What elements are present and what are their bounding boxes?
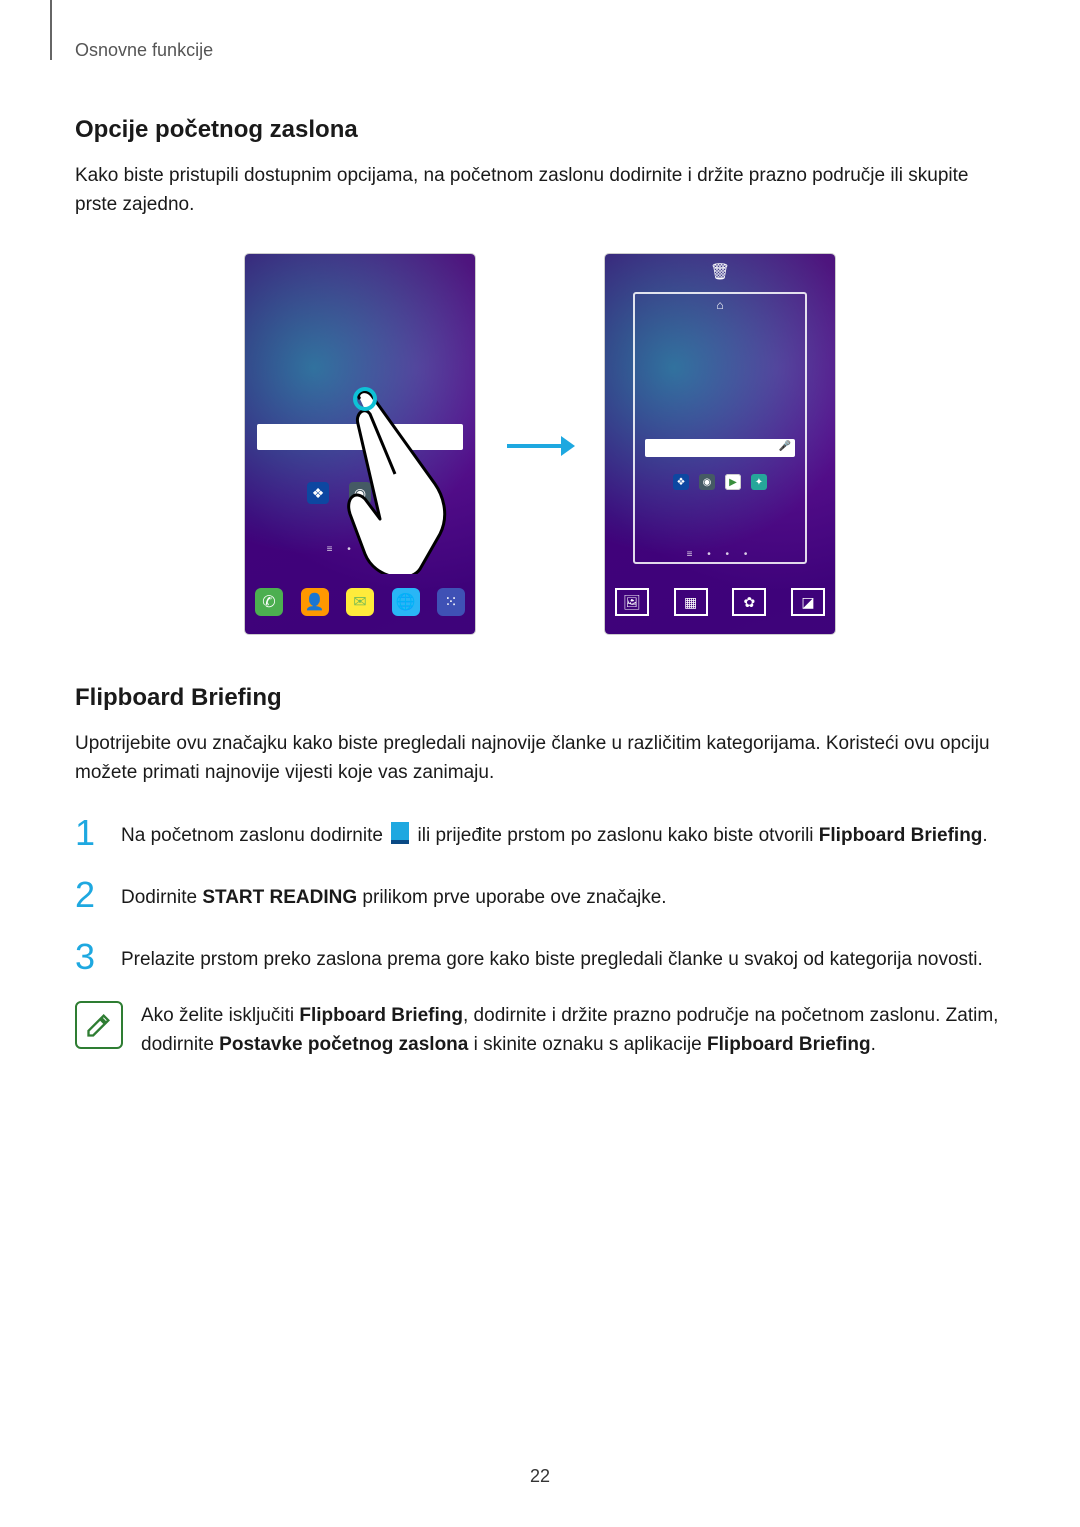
note-text: i skinite oznaku s aplikacije bbox=[468, 1034, 707, 1055]
mini-mid-icons: ❖ ◉ ▶ ✦ bbox=[605, 474, 835, 490]
note-bold: Flipboard Briefing bbox=[707, 1034, 871, 1055]
messages-icon: ✉ bbox=[346, 588, 374, 616]
step-3: 3 Prelazite prstom preko zaslona prema g… bbox=[75, 939, 1005, 975]
wallpaper-icon: 🖼 bbox=[615, 588, 649, 616]
step-body: Prelazite prstom preko zaslona prema gor… bbox=[121, 939, 1005, 974]
arrow-right-icon bbox=[505, 419, 575, 469]
camera-icon: ◉ bbox=[699, 474, 715, 490]
step-text: Dodirnite bbox=[121, 887, 202, 908]
section-heading-home-options: Opcije početnog zaslona bbox=[75, 116, 1005, 144]
step-text: prilikom prve uporabe ove značajke. bbox=[357, 887, 666, 908]
contacts-icon: 👤 bbox=[301, 588, 329, 616]
mic-icon: 🎤 bbox=[779, 441, 791, 452]
step-text: ili prijeđite prstom po zaslonu kako bis… bbox=[418, 825, 819, 846]
apps-icon: ⁙ bbox=[437, 588, 465, 616]
step-bold: START READING bbox=[202, 887, 357, 908]
home-page-outline bbox=[633, 292, 807, 564]
settings-icon: ✿ bbox=[732, 588, 766, 616]
step-body: Na početnom zaslonu dodirnite ili prijeđ… bbox=[121, 815, 1005, 850]
document-page: Osnovne funkcije Opcije početnog zaslona… bbox=[0, 0, 1080, 1527]
step-text: Na početnom zaslonu dodirnite bbox=[121, 825, 388, 846]
section-intro: Upotrijebite ovu značajku kako biste pre… bbox=[75, 730, 1005, 787]
note-block: Ako želite isključiti Flipboard Briefing… bbox=[75, 1001, 1005, 1060]
home-dock-icons: ✆ 👤 ✉ 🌐 ⁙ bbox=[255, 588, 465, 616]
phone-icon: ✆ bbox=[255, 588, 283, 616]
edit-mode-bottom-icons: 🖼 ▦ ✿ ◪ bbox=[615, 588, 825, 616]
dropbox-icon: ❖ bbox=[673, 474, 689, 490]
home-outline-icon: ⌂ bbox=[605, 298, 835, 312]
step-number: 1 bbox=[75, 815, 103, 851]
note-text: . bbox=[871, 1034, 876, 1055]
widgets-icon: ▦ bbox=[674, 588, 708, 616]
dropbox-icon: ❖ bbox=[307, 482, 329, 504]
app-icon: ✦ bbox=[751, 474, 767, 490]
steps-list: 1 Na početnom zaslonu dodirnite ili prij… bbox=[75, 815, 1005, 975]
section-paragraph: Kako biste pristupili dostupnim opcijama… bbox=[75, 162, 1005, 219]
section-heading-flipboard: Flipboard Briefing bbox=[75, 684, 1005, 712]
figure-phone-with-finger: ❖ ◉ ▶ ≡ • • • ✆ 👤 ✉ 🌐 ⁙ bbox=[245, 254, 475, 634]
step-body: Dodirnite START READING prilikom prve up… bbox=[121, 877, 1005, 912]
mini-search-bar bbox=[645, 439, 795, 457]
step-text: Prelazite prstom preko zaslona prema gor… bbox=[121, 949, 983, 970]
touch-hand-icon bbox=[340, 384, 470, 574]
step-2: 2 Dodirnite START READING prilikom prve … bbox=[75, 877, 1005, 913]
step-number: 3 bbox=[75, 939, 103, 975]
step-bold: Flipboard Briefing bbox=[819, 825, 983, 846]
note-text: Ako želite isključiti bbox=[141, 1005, 299, 1026]
trash-icon: 🗑 bbox=[605, 262, 835, 282]
browser-icon: 🌐 bbox=[392, 588, 420, 616]
page-indicator-dots: ≡ • • • bbox=[605, 549, 835, 560]
note-bold: Flipboard Briefing bbox=[299, 1005, 463, 1026]
note-bold: Postavke početnog zaslona bbox=[219, 1034, 468, 1055]
flipboard-icon: ◪ bbox=[791, 588, 825, 616]
note-body: Ako želite isključiti Flipboard Briefing… bbox=[141, 1001, 1005, 1060]
page-margin-marker bbox=[50, 0, 52, 60]
note-pencil-icon bbox=[75, 1001, 123, 1049]
breadcrumb: Osnovne funkcije bbox=[75, 40, 1005, 61]
page-number: 22 bbox=[0, 1466, 1080, 1487]
flipboard-tile-icon bbox=[391, 822, 409, 844]
figure-row: ❖ ◉ ▶ ≡ • • • ✆ 👤 ✉ 🌐 ⁙ bbox=[75, 254, 1005, 634]
figure-phone-edit-mode: 🗑 ⌂ 🎤 ❖ ◉ ▶ ✦ ≡ • • • 🖼 ▦ ✿ ◪ bbox=[605, 254, 835, 634]
step-1: 1 Na početnom zaslonu dodirnite ili prij… bbox=[75, 815, 1005, 851]
step-text: . bbox=[982, 825, 987, 846]
play-store-icon: ▶ bbox=[725, 474, 741, 490]
step-number: 2 bbox=[75, 877, 103, 913]
